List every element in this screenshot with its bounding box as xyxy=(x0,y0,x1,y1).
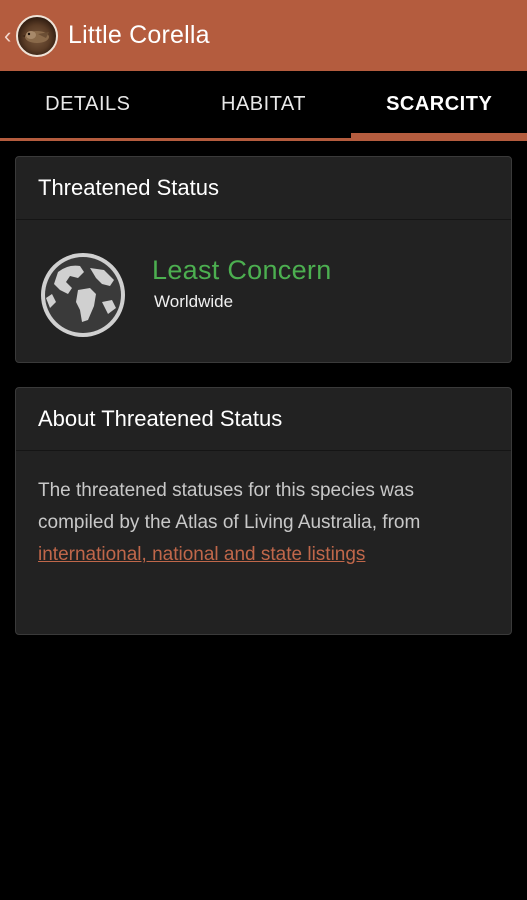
status-scope: Worldwide xyxy=(154,292,234,311)
tab-habitat[interactable]: HABITAT xyxy=(176,71,352,138)
listings-link[interactable]: international, national and state listin… xyxy=(38,544,365,565)
up-navigation-button[interactable]: ‹ xyxy=(0,0,58,71)
about-description: The threatened statuses for this species… xyxy=(16,451,511,571)
chevron-left-icon: ‹ xyxy=(4,22,12,48)
status-row: Least Concern Worldwide xyxy=(16,220,511,364)
status-text-group: Least Concern Worldwide xyxy=(152,255,332,312)
about-threatened-status-card: About Threatened Status The threatened s… xyxy=(15,387,512,635)
tab-bar: DETAILS HABITAT SCARCITY xyxy=(0,71,527,141)
threatened-status-card: Threatened Status Least Concern Worldwid… xyxy=(15,156,512,363)
tab-scarcity[interactable]: SCARCITY xyxy=(351,71,527,141)
tab-details[interactable]: DETAILS xyxy=(0,71,176,138)
globe-icon xyxy=(38,250,128,345)
action-bar: ‹ Little Corella xyxy=(0,0,527,71)
card-title: About Threatened Status xyxy=(16,388,511,451)
bird-logo-icon xyxy=(16,14,58,57)
status-value: Least Concern xyxy=(152,255,332,285)
app-title: Little Corella xyxy=(68,21,210,49)
app-root: ‹ Little Corella DETAILS HABITAT SCARCIT… xyxy=(0,0,527,900)
card-title: Threatened Status xyxy=(16,157,511,220)
about-body-text: The threatened statuses for this species… xyxy=(38,480,421,533)
